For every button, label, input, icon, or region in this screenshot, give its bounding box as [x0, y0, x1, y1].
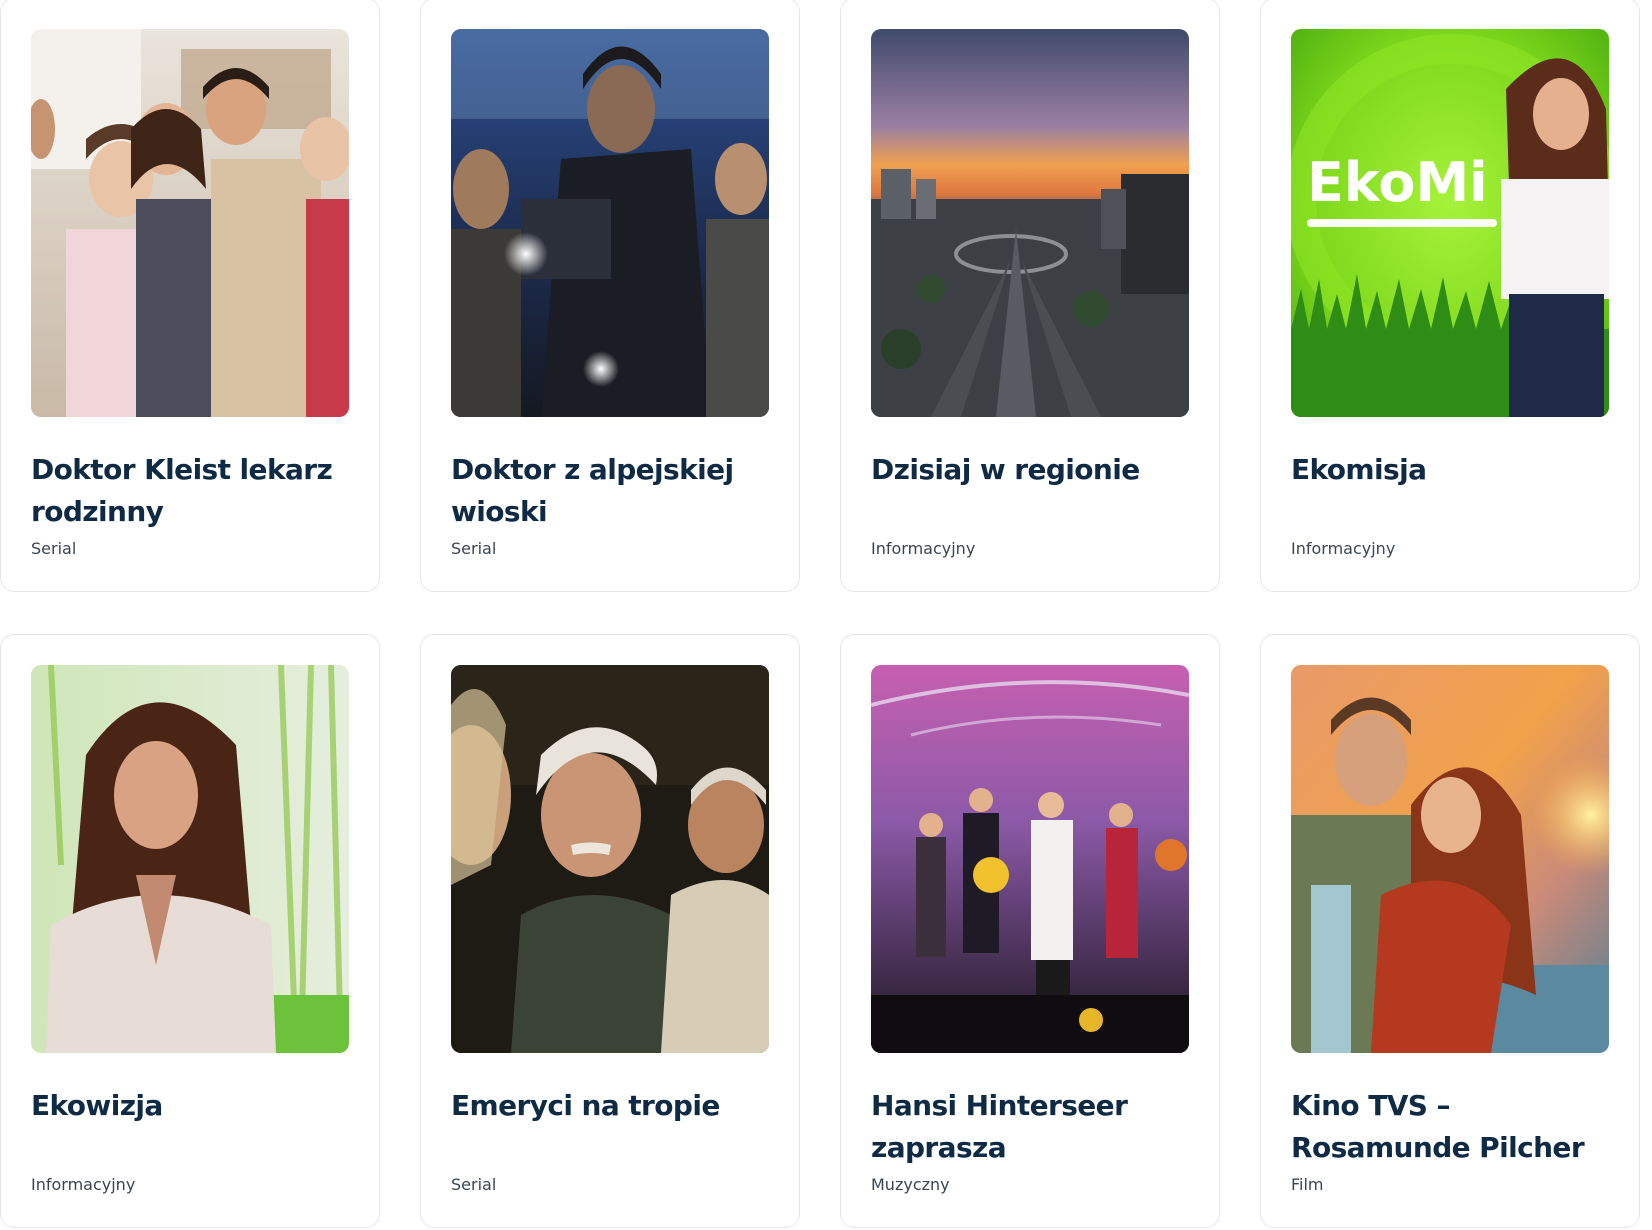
show-genre: Muzyczny	[871, 1175, 950, 1194]
show-card[interactable]: Emeryci na tropie Serial	[420, 634, 800, 1228]
svg-text:EkoMi: EkoMi	[1307, 151, 1488, 214]
family-portrait-image[interactable]	[31, 29, 349, 417]
show-genre: Informacyjny	[871, 539, 976, 558]
show-card[interactable]: Dzisiaj w regionie Informacyjny	[840, 0, 1220, 592]
night-lantern-scene-image[interactable]	[451, 29, 769, 417]
show-title[interactable]: Dzisiaj w regionie	[871, 449, 1189, 533]
show-card[interactable]: Doktor Kleist lekarz rodzinny Serial	[0, 0, 380, 592]
show-genre: Film	[1291, 1175, 1324, 1194]
show-genre: Serial	[31, 539, 77, 558]
presenter-green-studio-image[interactable]: EkoMi	[1291, 29, 1609, 417]
presenter-portrait-image[interactable]	[31, 665, 349, 1053]
show-card[interactable]: Kino TVS – Rosamunde Pilcher Film	[1260, 634, 1640, 1228]
show-card[interactable]: Doktor z alpejskiej wioski Serial	[420, 0, 800, 592]
show-genre: Serial	[451, 1175, 497, 1194]
show-card[interactable]: EkoMi Ekomisja Informacyjny	[1260, 0, 1640, 592]
show-card[interactable]: Hansi Hinterseer zaprasza Muzyczny	[840, 634, 1220, 1228]
show-title[interactable]: Ekomisja	[1291, 449, 1609, 533]
show-genre: Informacyjny	[1291, 539, 1396, 558]
show-title[interactable]: Ekowizja	[31, 1085, 349, 1169]
elderly-men-scene-image[interactable]	[451, 665, 769, 1053]
show-genre: Informacyjny	[31, 1175, 136, 1194]
show-genre: Serial	[451, 539, 497, 558]
show-title[interactable]: Hansi Hinterseer zaprasza	[871, 1085, 1189, 1169]
couple-sunset-coast-image[interactable]	[1291, 665, 1609, 1053]
concert-stage-image[interactable]	[871, 665, 1189, 1053]
shows-grid: Doktor Kleist lekarz rodzinny Serial Dok…	[0, 0, 1640, 1228]
show-card[interactable]: Ekowizja Informacyjny	[0, 634, 380, 1228]
show-title[interactable]: Kino TVS – Rosamunde Pilcher	[1291, 1085, 1609, 1169]
show-title[interactable]: Emeryci na tropie	[451, 1085, 769, 1169]
show-title[interactable]: Doktor z alpejskiej wioski	[451, 449, 769, 533]
show-title[interactable]: Doktor Kleist lekarz rodzinny	[31, 449, 349, 533]
city-sunset-aerial-image[interactable]	[871, 29, 1189, 417]
